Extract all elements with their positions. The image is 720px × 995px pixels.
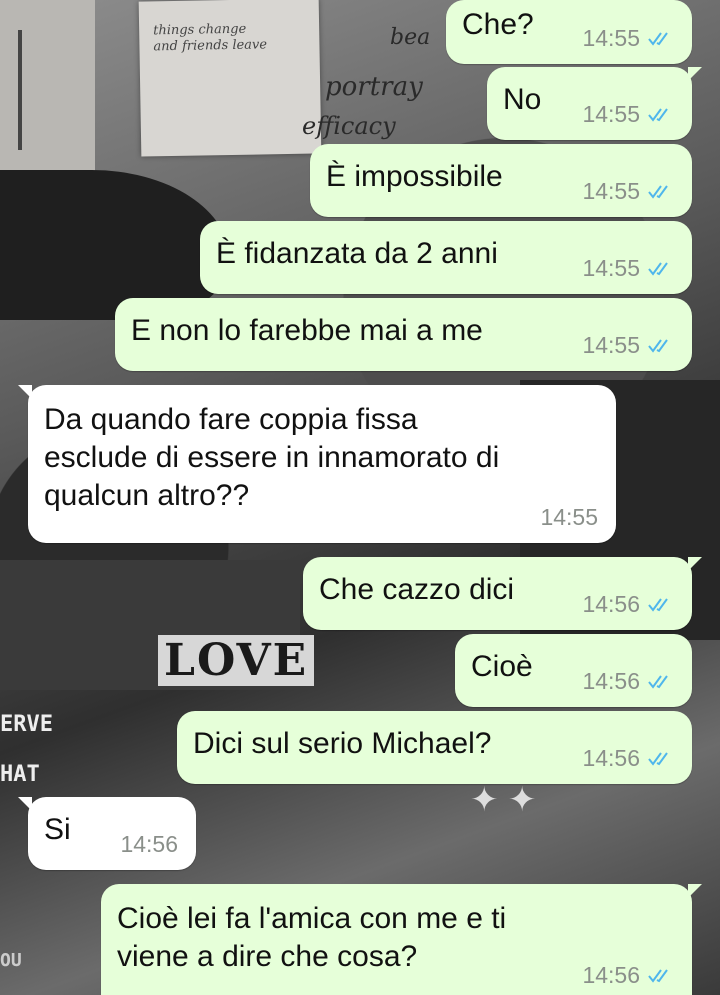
tree-illustration [18, 30, 22, 150]
stamp-word: ERVE [0, 712, 53, 737]
message-bubble-outgoing[interactable]: È impossibile 14:55 [310, 144, 692, 217]
stamp-word: OU [0, 950, 22, 971]
message-meta: 14:56 [582, 591, 674, 618]
read-ticks-icon [648, 31, 674, 46]
message-text: Cioè [471, 650, 533, 683]
message-bubble-outgoing[interactable]: Che? 14:55 [446, 0, 692, 64]
message-time: 14:56 [582, 668, 640, 694]
message-bubble-outgoing[interactable]: Che cazzo dici 14:56 [303, 557, 702, 630]
message-bubble-outgoing[interactable]: Cioè 14:56 [455, 634, 692, 707]
message-time: 14:56 [582, 745, 640, 771]
read-ticks-icon [648, 751, 674, 766]
message-text: E non lo farebbe mai a me [131, 314, 483, 347]
message-text: È impossibile [326, 160, 503, 193]
message-time: 14:56 [582, 962, 640, 988]
message-bubble-outgoing[interactable]: Cioè lei fa l'amica con me e ti viene a … [101, 884, 702, 995]
read-ticks-icon [648, 107, 674, 122]
cursive-word: portray [325, 72, 423, 102]
message-text: Dici sul serio Michael? [193, 727, 492, 760]
tree-photo-card [0, 0, 95, 175]
message-meta: 14:56 [582, 962, 674, 989]
stars-decoration: ✦ ✦ [470, 781, 537, 819]
message-time: 14:56 [120, 831, 178, 857]
message-text: Si [44, 813, 71, 846]
message-bubble-outgoing[interactable]: No 14:55 [487, 67, 702, 140]
message-time: 14:55 [582, 101, 640, 127]
message-meta: 14:55 [582, 178, 674, 205]
message-time: 14:55 [582, 178, 640, 204]
stamp-word: HAT [0, 762, 40, 787]
read-ticks-icon [648, 338, 674, 353]
message-meta: 14:56 [582, 745, 674, 772]
message-meta: 14:55 [582, 101, 674, 128]
message-time: 14:55 [582, 25, 640, 51]
cursive-word: bea [390, 25, 431, 50]
message-time: 14:55 [582, 332, 640, 358]
note-text: things change and friends leave [153, 21, 268, 55]
message-bubble-incoming[interactable]: Da quando fare coppia fissa esclude di e… [18, 385, 616, 543]
message-meta: 14:55 [582, 25, 674, 52]
read-ticks-icon [648, 184, 674, 199]
read-ticks-icon [648, 674, 674, 689]
message-meta: 14:55 [540, 504, 598, 531]
read-ticks-icon [648, 261, 674, 276]
message-meta: 14:56 [120, 831, 178, 858]
message-bubble-incoming[interactable]: Si 14:56 [18, 797, 196, 870]
message-text: Cioè lei fa l'amica con me e ti viene a … [117, 902, 507, 973]
message-time: 14:56 [582, 591, 640, 617]
read-ticks-icon [648, 597, 674, 612]
message-time: 14:55 [582, 255, 640, 281]
cursive-word: efficacy [302, 112, 396, 140]
message-text: No [503, 83, 542, 116]
message-meta: 14:55 [582, 255, 674, 282]
message-text: È fidanzata da 2 anni [216, 237, 498, 270]
message-bubble-outgoing[interactable]: Dici sul serio Michael? 14:56 [177, 711, 692, 784]
message-text: Che cazzo dici [319, 573, 515, 606]
message-bubble-outgoing[interactable]: È fidanzata da 2 anni 14:55 [200, 221, 692, 294]
love-cutout: LOVE [158, 635, 315, 686]
read-ticks-icon [648, 968, 674, 983]
message-text: Che? [462, 8, 534, 41]
message-meta: 14:55 [582, 332, 674, 359]
message-bubble-outgoing[interactable]: E non lo farebbe mai a me 14:55 [115, 298, 692, 371]
message-time: 14:55 [540, 504, 598, 530]
note-paper: things change and friends leave [138, 0, 322, 157]
message-text: Da quando fare coppia fissa esclude di e… [44, 403, 500, 512]
message-meta: 14:56 [582, 668, 674, 695]
